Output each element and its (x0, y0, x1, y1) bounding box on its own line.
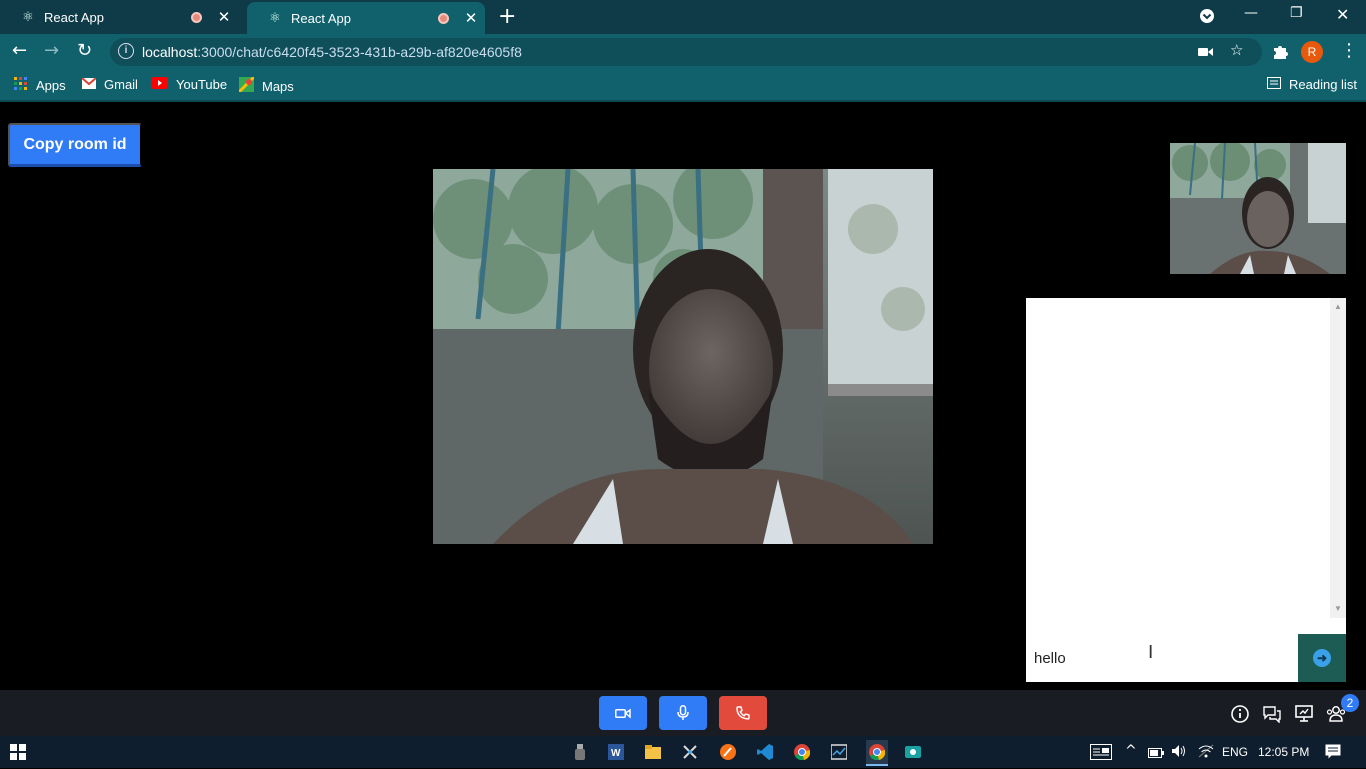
chat-messages[interactable]: ▲ ▼ (1026, 298, 1346, 634)
windows-taskbar: W ^ ENG 12:05 PM (0, 736, 1366, 768)
reload-button[interactable]: ↻ (77, 41, 92, 61)
chrome-icon[interactable] (794, 744, 811, 761)
send-arrow-icon: ➜ (1313, 649, 1331, 667)
back-button[interactable]: ← (12, 41, 27, 61)
minimize-button[interactable]: — (1244, 5, 1258, 21)
bookmark-star-icon[interactable]: ☆ (1230, 41, 1243, 59)
bookmark-label: Maps (262, 78, 294, 94)
tab-react-app-1[interactable]: ⚛ React App ✕ (0, 0, 238, 34)
video-chat-page: Copy room id ▲ ▼ hello ➜ I (0, 104, 1366, 690)
local-video-preview (1170, 143, 1346, 274)
bookmark-label: Gmail (104, 77, 138, 92)
browser-tab-strip: ⚛ React App ✕ ⚛ React App ✕ + — ❐ ✕ (0, 0, 1366, 34)
snipping-tool-icon[interactable] (682, 744, 698, 760)
scroll-up-icon[interactable]: ▲ (1334, 302, 1342, 311)
copy-room-id-button[interactable]: Copy room id (8, 123, 142, 167)
chat-toggle-icon[interactable] (1263, 705, 1281, 728)
chat-scrollbar[interactable]: ▲ ▼ (1330, 298, 1346, 618)
browser-toolbar: ← → ↻ i localhost:3000/chat/c6420f45-352… (0, 34, 1366, 70)
url-path: :3000/chat/c6420f45-3523-431b-a29b-af820… (197, 44, 522, 60)
chrome-active-icon[interactable] (866, 740, 888, 766)
bookmark-gmail[interactable]: Gmail (81, 77, 138, 92)
tab-title: React App (44, 9, 104, 25)
youtube-icon (151, 77, 168, 92)
usb-drive-icon[interactable] (572, 744, 588, 760)
windows-start-icon[interactable] (10, 744, 26, 760)
vscode-icon[interactable] (757, 744, 773, 760)
bookmark-apps[interactable]: Apps (14, 77, 66, 94)
gmail-icon (81, 77, 97, 92)
forward-button[interactable]: → (44, 41, 59, 61)
microphone-icon (677, 705, 689, 720)
bookmark-label: Apps (36, 78, 66, 93)
scroll-down-icon[interactable]: ▼ (1334, 604, 1342, 613)
profile-avatar[interactable]: R (1301, 41, 1323, 63)
wifi-icon[interactable] (1198, 744, 1214, 761)
tray-expand-icon[interactable]: ^ (1125, 743, 1137, 759)
bookmark-youtube[interactable]: YouTube (151, 77, 227, 92)
reading-list-button[interactable]: Reading list (1267, 77, 1357, 92)
svg-text:W: W (611, 748, 621, 759)
text-cursor-icon: I (1148, 642, 1154, 663)
tab-search-icon[interactable] (1199, 8, 1215, 28)
notifications-icon[interactable] (1325, 744, 1341, 762)
bookmark-maps[interactable]: Maps (237, 75, 294, 95)
task-manager-icon[interactable] (830, 744, 848, 760)
new-tab-button[interactable]: + (498, 6, 516, 28)
maps-icon (237, 75, 256, 95)
url-host: localhost (142, 44, 198, 60)
extensions-icon[interactable] (1271, 42, 1289, 64)
restore-button[interactable]: ❐ (1290, 5, 1303, 21)
meeting-info-icon[interactable] (1231, 705, 1249, 728)
present-screen-icon[interactable] (1295, 705, 1313, 728)
remote-video (433, 169, 933, 544)
video-camera-icon (615, 708, 631, 719)
apps-grid-icon (14, 77, 28, 94)
volume-icon[interactable] (1171, 744, 1187, 761)
react-icon: ⚛ (269, 10, 281, 25)
participants-count-badge: 2 (1341, 694, 1359, 712)
toggle-mic-button[interactable] (659, 696, 707, 730)
clock-time[interactable]: 12:05 PM (1258, 745, 1309, 759)
site-info-icon[interactable]: i (118, 43, 134, 59)
language-indicator[interactable]: ENG (1222, 745, 1248, 759)
reading-list-icon (1267, 77, 1281, 92)
chat-message-input[interactable] (1026, 634, 1298, 682)
more-menu-icon[interactable]: ⋮ (1340, 40, 1358, 61)
react-icon: ⚛ (22, 9, 34, 24)
battery-icon[interactable] (1148, 747, 1164, 761)
end-call-button[interactable] (719, 696, 767, 730)
camera-in-use-icon[interactable] (1198, 44, 1214, 62)
close-tab-icon[interactable]: ✕ (216, 8, 232, 26)
phone-icon (736, 706, 750, 720)
tab-title: React App (291, 10, 351, 26)
bookmarks-bar: Apps Gmail YouTube Maps Reading list (0, 70, 1366, 102)
word-icon[interactable]: W (608, 744, 624, 760)
toggle-camera-button[interactable] (599, 696, 647, 730)
recorder-app-icon[interactable] (905, 744, 921, 760)
recording-icon (438, 12, 449, 24)
close-tab-icon[interactable]: ✕ (463, 9, 479, 27)
bookmark-label: YouTube (176, 77, 228, 92)
reading-list-label: Reading list (1289, 77, 1357, 92)
tab-react-app-2[interactable]: ⚛ React App ✕ (247, 2, 485, 34)
news-widget-icon[interactable] (1090, 744, 1112, 763)
call-controls-bar (0, 690, 1366, 736)
close-window-button[interactable]: ✕ (1336, 5, 1349, 24)
send-message-button[interactable]: ➜ (1298, 634, 1346, 682)
chat-panel: ▲ ▼ ➜ (1026, 298, 1346, 682)
file-explorer-icon[interactable] (645, 744, 661, 760)
sketch-app-icon[interactable] (720, 744, 736, 760)
url-text[interactable]: localhost:3000/chat/c6420f45-3523-431b-a… (142, 44, 522, 60)
address-bar[interactable]: i localhost:3000/chat/c6420f45-3523-431b… (110, 38, 1262, 66)
recording-icon (191, 11, 202, 23)
